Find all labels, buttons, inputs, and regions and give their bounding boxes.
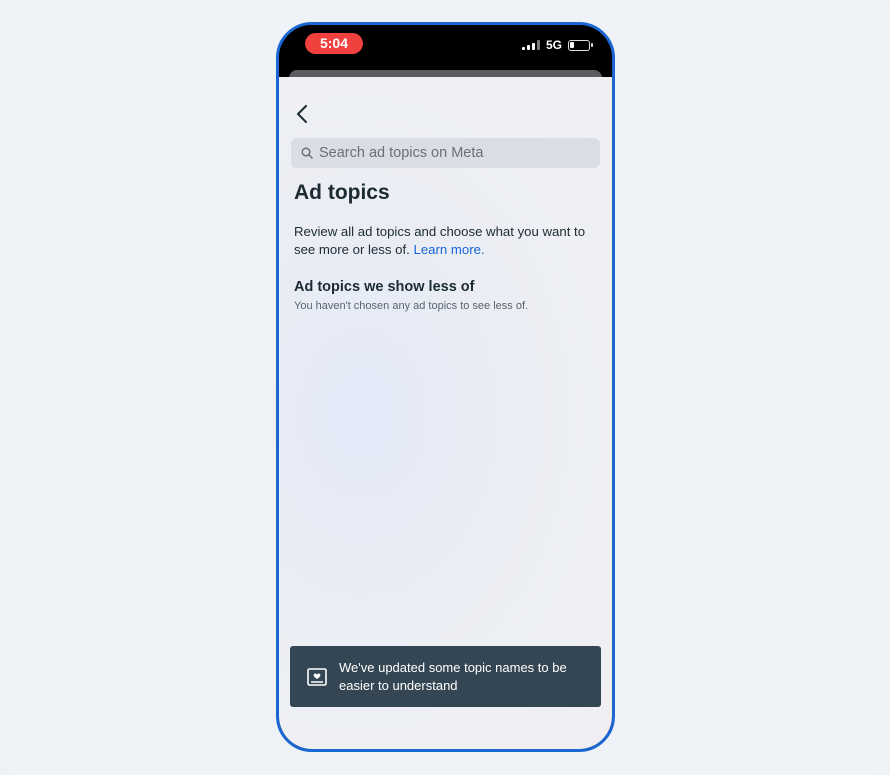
search-icon — [301, 147, 313, 159]
signal-icon — [521, 40, 540, 50]
status-time[interactable]: 5:04 — [305, 33, 363, 54]
canvas: 5:04 5G A — [0, 0, 890, 775]
search-bar[interactable] — [291, 138, 600, 168]
section-title: Ad topics we show less of — [294, 279, 475, 295]
chevron-left-icon — [297, 105, 307, 123]
phone-frame: 5:04 5G A — [276, 22, 615, 752]
toast-notification[interactable]: We've updated some topic names to be eas… — [290, 646, 601, 707]
search-input[interactable] — [319, 145, 589, 161]
network-type: 5G — [545, 38, 562, 52]
page-title: Ad topics — [294, 181, 390, 204]
page-description: Review all ad topics and choose what you… — [294, 223, 599, 259]
topic-card-icon — [307, 667, 327, 686]
section-empty-state: You haven't chosen any ad topics to see … — [294, 300, 529, 312]
status-indicators: 5G — [521, 38, 593, 52]
status-bar: 5:04 5G — [279, 25, 612, 71]
toast-message: We've updated some topic names to be eas… — [339, 659, 567, 693]
ad-topics-screen: Ad topics Review all ad topics and choos… — [279, 77, 612, 749]
learn-more-link[interactable]: Learn more. — [413, 242, 484, 257]
battery-icon — [568, 39, 593, 51]
back-button[interactable] — [291, 103, 313, 125]
